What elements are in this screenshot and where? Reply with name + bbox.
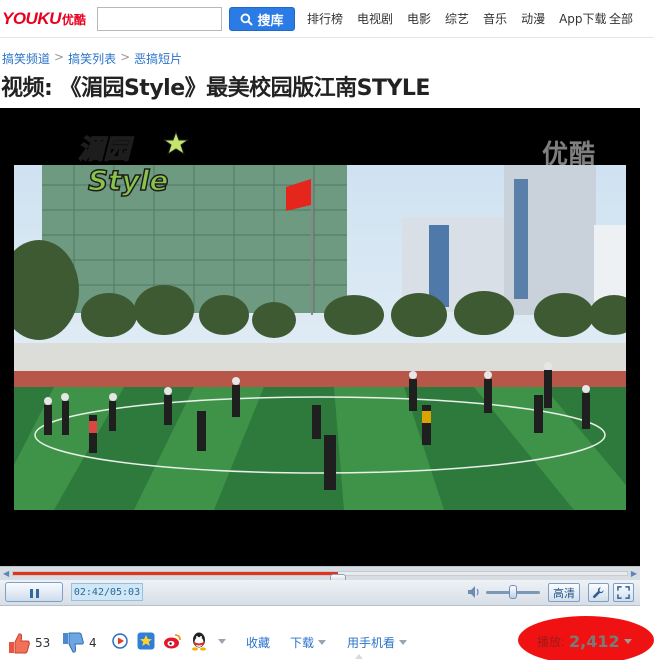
nav-music[interactable]: 音乐 [483,10,507,27]
volume-icon[interactable] [466,584,482,600]
thumbs-down-button[interactable]: 4 [60,630,97,656]
mobile-pointer-icon [355,654,363,659]
nav-variety[interactable]: 综艺 [445,10,469,27]
nav-tv[interactable]: 电视剧 [357,10,393,27]
pause-button[interactable] [5,582,63,602]
thumbs-up-count: 53 [35,636,51,650]
nav-anime[interactable]: 动漫 [521,10,545,27]
breadcrumb-separator: > [54,50,65,64]
play-count[interactable]: 播放: 2,412 [537,632,632,651]
mobile-watch-label: 用手机看 [347,636,396,650]
logo-text: YOUKU [2,9,61,28]
thumbs-up-icon [9,633,30,654]
show-logo: 湄园 Style [77,130,190,198]
time-display: 02:42/05:03 [71,583,143,601]
logo-cn: 优酷 [61,13,86,27]
video-player[interactable]: 优酷 湄园 Style [0,108,640,566]
volume-slider[interactable] [486,585,540,599]
thumbs-down-count: 4 [89,636,97,650]
search-icon [241,13,254,26]
collect-button[interactable]: 收藏 [246,634,270,651]
settings-button[interactable] [588,583,609,602]
fullscreen-button[interactable] [613,583,634,602]
thumbs-up-button[interactable]: 53 [6,630,50,656]
search-button[interactable]: 搜库 [229,7,295,31]
progress-fill [13,572,339,575]
wrench-icon [593,587,604,598]
weibo-icon[interactable] [163,632,182,650]
show-logo-en: Style [88,164,168,197]
breadcrumb-separator: > [120,50,131,64]
download-chevron-down-icon [318,640,327,645]
download-button[interactable]: 下载 [290,634,327,651]
breadcrumb-item[interactable]: 恶搞短片 [134,50,182,67]
play-circle-icon[interactable] [112,633,128,649]
thumbs-down-icon [63,632,84,653]
volume-handle[interactable] [509,585,517,599]
play-count-value: 2,412 [569,632,620,651]
top-navigation: YOUKU 优酷 搜库 排行榜 电视剧 电影 综艺 音乐 动漫 App下载 全部 [0,0,654,38]
youku-logo[interactable]: YOUKU 优酷 [2,9,86,29]
breadcrumb-item[interactable]: 搞笑列表 [68,50,116,67]
video-frame[interactable] [14,165,626,510]
breadcrumb-item[interactable]: 搞笑频道 [2,50,50,67]
qq-icon[interactable] [190,631,208,651]
star-decoration-icon [162,130,190,156]
progress-left-arrow-icon[interactable]: ◀ [3,569,9,578]
video-title: 视频: 《湄园Style》最美校园版江南STYLE [1,76,430,101]
progress-bar[interactable]: ◀ ▶ [0,566,640,583]
play-count-chevron-down-icon [623,639,632,644]
collect-label: 收藏 [246,636,271,650]
pause-icon [28,583,40,602]
progress-right-arrow-icon[interactable]: ▶ [631,569,637,578]
share-more-chevron-down-icon[interactable] [218,639,226,644]
play-count-label: 播放: [537,635,566,649]
fullscreen-icon [617,586,630,599]
nav-all[interactable]: 全部 [609,10,633,27]
main-nav: 排行榜 电视剧 电影 综艺 音乐 动漫 App下载 全部 [307,10,633,27]
player-controls: 02:42/05:03 高清 [0,580,640,606]
star-icon[interactable] [137,632,155,650]
progress-track[interactable] [12,571,628,583]
search-button-label: 搜库 [257,13,284,29]
mobile-chevron-down-icon [399,640,408,645]
nav-app-download[interactable]: App下载 [559,10,606,27]
show-logo-cn: 湄园 [78,135,134,165]
video-frame-image [14,165,626,510]
breadcrumb: 搞笑频道 > 搞笑列表 > 恶搞短片 [2,50,182,67]
mobile-watch-button[interactable]: 用手机看 [347,634,408,651]
hd-button[interactable]: 高清 [548,583,580,602]
nav-movies[interactable]: 电影 [407,10,431,27]
download-label: 下载 [290,636,315,650]
nav-ranking[interactable]: 排行榜 [307,10,343,27]
search-input[interactable] [97,7,222,31]
